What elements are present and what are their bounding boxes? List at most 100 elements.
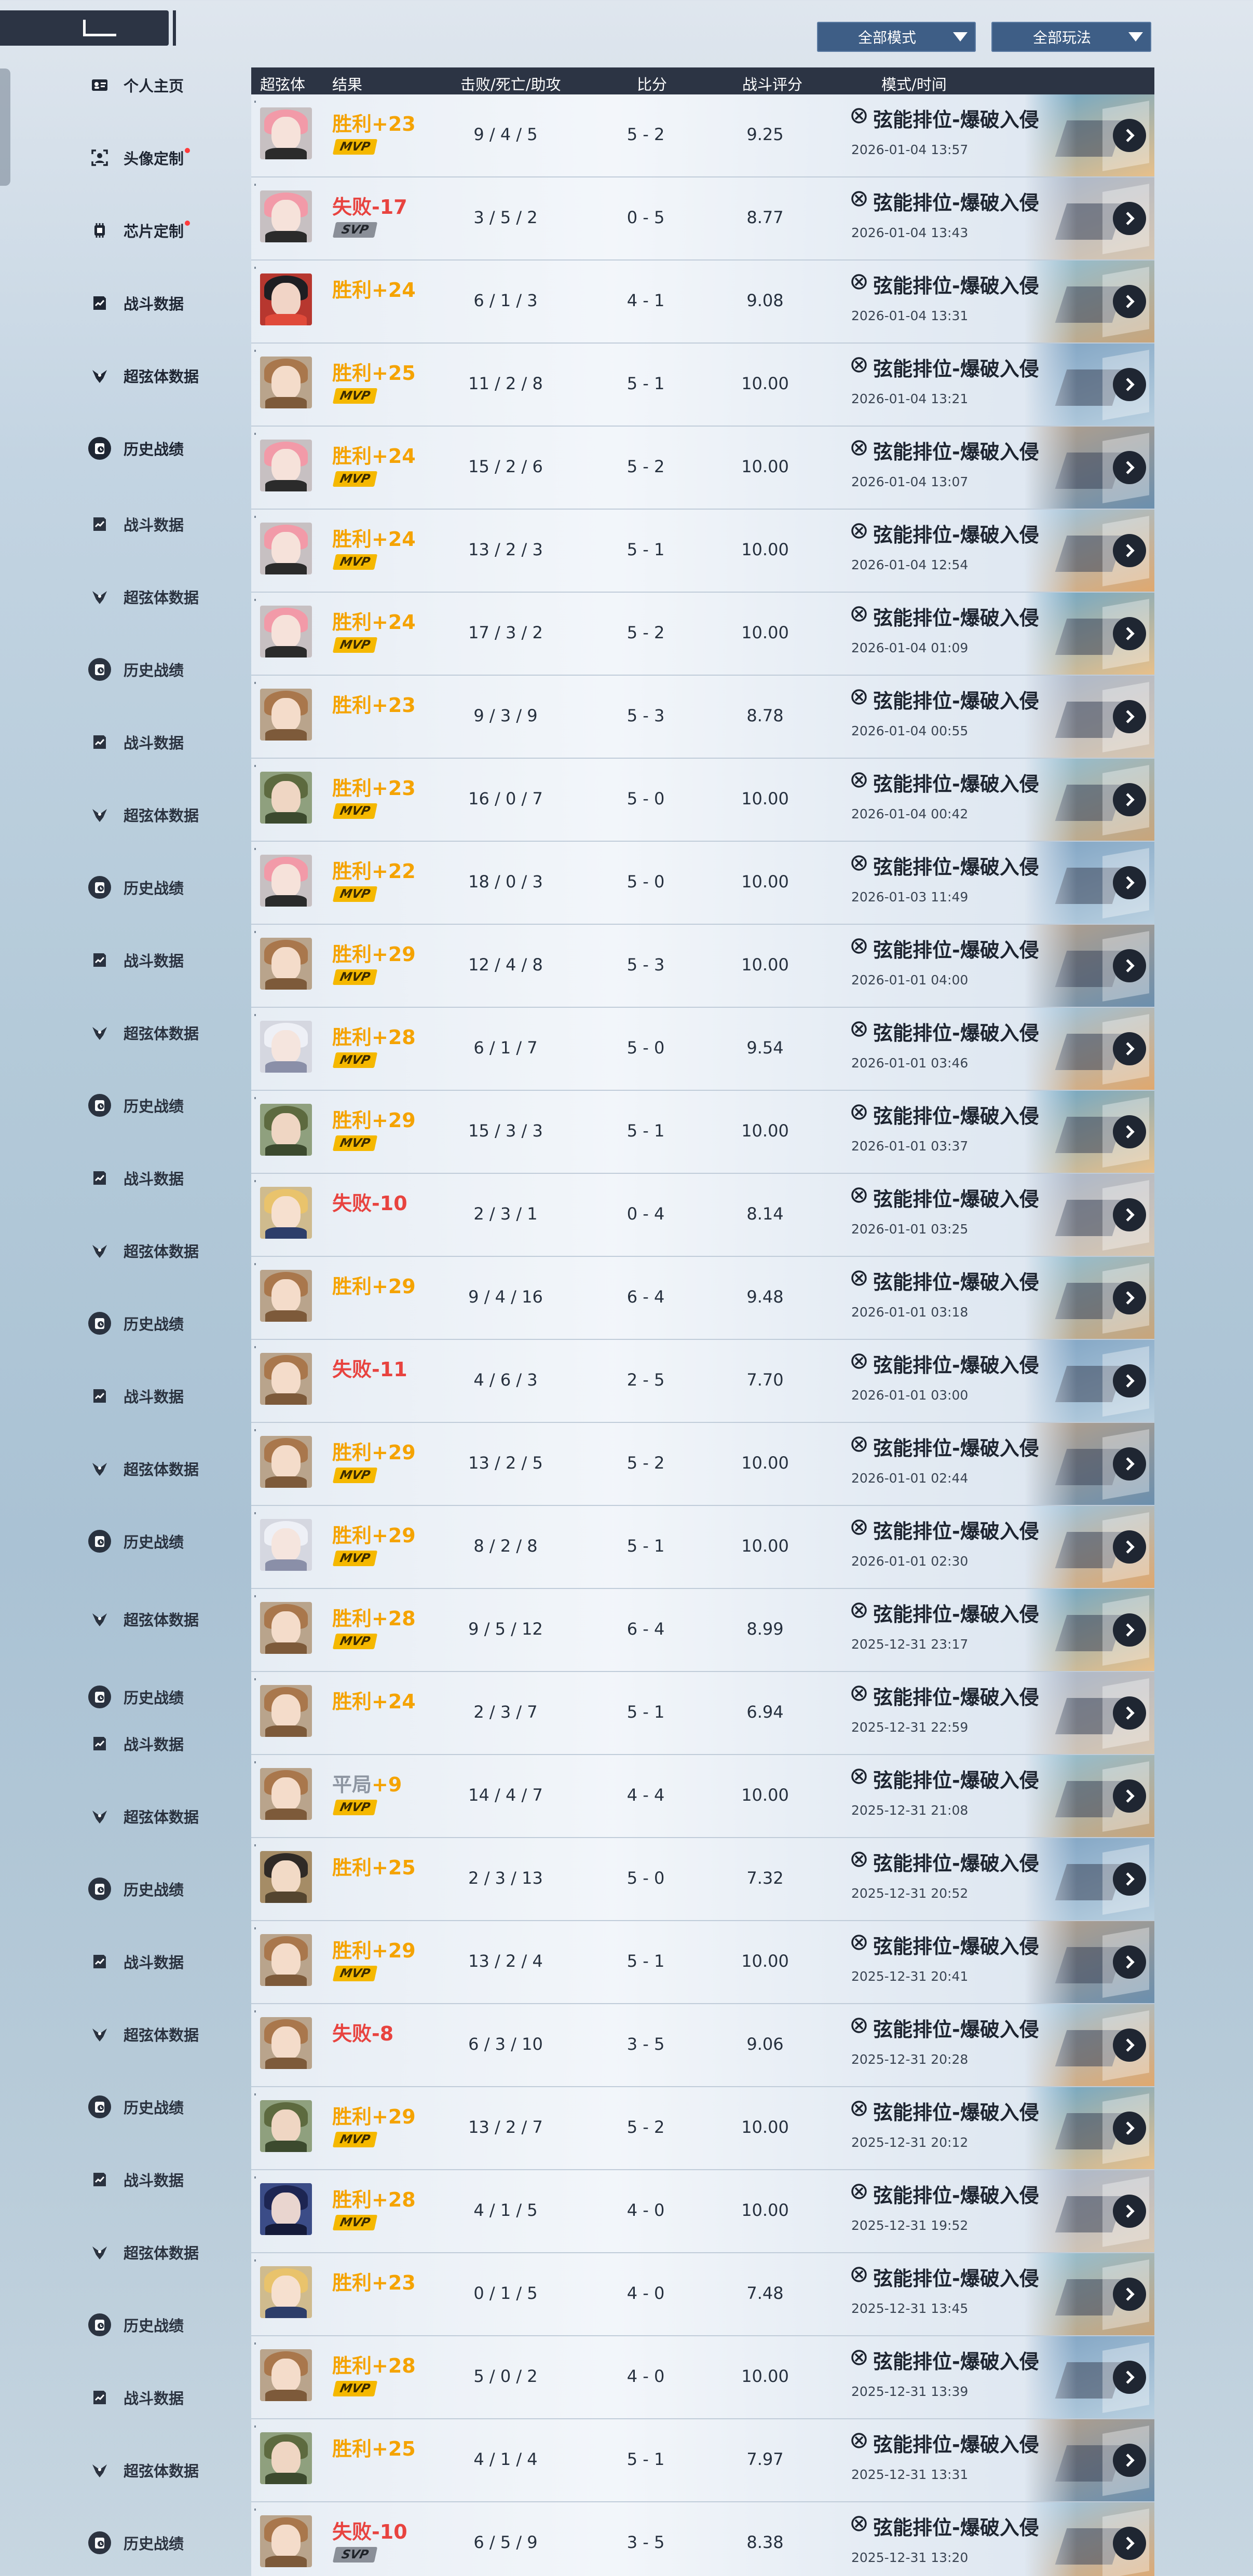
table-row[interactable]: 胜利+29 MVP 8 / 2 / 8 5 - 1 10.00 弦能排位-爆破入侵 2026… bbox=[251, 1506, 1154, 1589]
match-detail-button[interactable] bbox=[1113, 700, 1146, 733]
rating-value: 9.06 bbox=[746, 2034, 784, 2054]
match-result: 胜利+23 bbox=[332, 2267, 416, 2295]
table-row[interactable]: 失败-11 4 / 6 / 3 2 - 5 7.70 弦能排位-爆破入侵 2026-01-… bbox=[251, 1340, 1154, 1423]
table-row[interactable]: 胜利+29 MVP 13 / 2 / 4 5 - 1 10.00 弦能排位-爆破入侵 202… bbox=[251, 1921, 1154, 2004]
table-row[interactable]: 胜利+29 MVP 13 / 2 / 7 5 - 2 10.00 弦能排位-爆破入侵 202… bbox=[251, 2087, 1154, 2170]
match-time: 2025-12-31 20:12 bbox=[851, 2135, 969, 2150]
sidebar-item-1[interactable]: 个人主页 bbox=[88, 70, 254, 101]
side-drawer-handle[interactable] bbox=[0, 68, 10, 186]
mode-name: 弦能排位-爆破入侵 bbox=[873, 1520, 1039, 1543]
table-row[interactable]: 胜利+23 MVP 16 / 0 / 7 5 - 0 10.00 弦能排位-爆破入侵 202… bbox=[251, 759, 1154, 842]
match-detail-button[interactable] bbox=[1113, 2112, 1146, 2145]
table-row[interactable]: 胜利+29 MVP 15 / 3 / 3 5 - 1 10.00 弦能排位-爆破入侵 202… bbox=[251, 1091, 1154, 1174]
match-detail-button[interactable] bbox=[1113, 1779, 1146, 1813]
sidebar-item-label: 超弦体数据 bbox=[124, 368, 199, 386]
table-row[interactable]: 胜利+22 MVP 18 / 0 / 3 5 - 0 10.00 弦能排位-爆破入侵 202… bbox=[251, 842, 1154, 925]
match-detail-button[interactable] bbox=[1113, 2361, 1146, 2394]
sidebar-item-5[interactable]: 超弦体数据 bbox=[88, 360, 254, 391]
table-row[interactable]: 失败-10 2 / 3 / 1 0 - 4 8.14 弦能排位-爆破入侵 2026-01-… bbox=[251, 1174, 1154, 1257]
match-detail-button[interactable] bbox=[1113, 1281, 1146, 1314]
mvp-badge: MVP bbox=[332, 2132, 378, 2147]
match-detail-button[interactable] bbox=[1113, 2444, 1146, 2477]
match-time: 2026-01-01 03:46 bbox=[851, 1056, 969, 1071]
back-button[interactable] bbox=[0, 10, 176, 46]
match-detail-button[interactable] bbox=[1113, 1613, 1146, 1647]
table-row[interactable]: 胜利+24 2 / 3 / 7 5 - 1 6.94 弦能排位-爆破入侵 2025-12-… bbox=[251, 1672, 1154, 1755]
character-avatar bbox=[260, 772, 312, 824]
match-detail-button[interactable] bbox=[1113, 1696, 1146, 1730]
chevron-right-icon bbox=[1121, 2121, 1135, 2135]
table-row[interactable]: 胜利+28 MVP 4 / 1 / 5 4 - 0 10.00 弦能排位-爆破入侵 2025… bbox=[251, 2170, 1154, 2253]
table-row[interactable]: 胜利+23 0 / 1 / 5 4 - 0 7.48 弦能排位-爆破入侵 2025-12-… bbox=[251, 2253, 1154, 2336]
match-detail-button[interactable] bbox=[1113, 866, 1146, 899]
match-detail-button[interactable] bbox=[1113, 1530, 1146, 1564]
sidebar-ghost-item: 历史战绩 bbox=[88, 1681, 254, 1712]
match-detail-button[interactable] bbox=[1113, 1447, 1146, 1481]
sidebar-item-2[interactable]: 头像定制 bbox=[88, 142, 254, 173]
table-row[interactable]: 胜利+29 MVP 12 / 4 / 8 5 - 3 10.00 弦能排位-爆破入侵 202… bbox=[251, 925, 1154, 1008]
match-detail-button[interactable] bbox=[1113, 1198, 1146, 1231]
table-row[interactable]: 胜利+28 MVP 6 / 1 / 7 5 - 0 9.54 弦能排位-爆破入侵 2026-… bbox=[251, 1008, 1154, 1091]
rating-value: 8.78 bbox=[746, 706, 784, 725]
history-icon bbox=[88, 1094, 111, 1117]
match-detail-button[interactable] bbox=[1113, 534, 1146, 567]
match-detail-button[interactable] bbox=[1113, 202, 1146, 235]
match-detail-button[interactable] bbox=[1113, 783, 1146, 816]
match-detail-button[interactable] bbox=[1113, 1364, 1146, 1397]
ranked-mode-icon bbox=[850, 1186, 868, 1204]
rating-value: 10.00 bbox=[741, 1951, 789, 1971]
table-row[interactable]: 胜利+29 9 / 4 / 16 6 - 4 9.48 弦能排位-爆破入侵 2026-01… bbox=[251, 1257, 1154, 1340]
filter-play-dropdown[interactable]: 全部玩法 bbox=[991, 22, 1151, 52]
table-row[interactable]: 胜利+24 6 / 1 / 3 4 - 1 9.08 弦能排位-爆破入侵 2026-01-… bbox=[251, 261, 1154, 344]
table-row[interactable]: 胜利+29 MVP 13 / 2 / 5 5 - 2 10.00 弦能排位-爆破入侵 202… bbox=[251, 1423, 1154, 1506]
match-detail-button[interactable] bbox=[1113, 2195, 1146, 2228]
rating-value: 9.25 bbox=[746, 125, 784, 144]
table-row[interactable]: 失败-10 SVP 6 / 5 / 9 3 - 5 8.38 弦能排位-爆破入侵 2025-… bbox=[251, 2502, 1154, 2576]
sidebar-item-6[interactable]: 历史战绩 bbox=[88, 433, 254, 464]
character-data-icon bbox=[88, 803, 111, 826]
match-detail-button[interactable] bbox=[1113, 617, 1146, 650]
table-row[interactable]: 失败-8 6 / 3 / 10 3 - 5 9.06 弦能排位-爆破入侵 2025-12-… bbox=[251, 2004, 1154, 2087]
ranked-mode-icon bbox=[850, 688, 868, 706]
result-label: 失败 bbox=[332, 1358, 372, 1381]
table-row[interactable]: 胜利+28 MVP 9 / 5 / 12 6 - 4 8.99 弦能排位-爆破入侵 2025… bbox=[251, 1589, 1154, 1672]
mode-name: 弦能排位-爆破入侵 bbox=[873, 1935, 1039, 1958]
match-detail-button[interactable] bbox=[1113, 1032, 1146, 1065]
match-time: 2025-12-31 13:45 bbox=[851, 2301, 969, 2316]
table-row[interactable]: 胜利+24 MVP 15 / 2 / 6 5 - 2 10.00 弦能排位-爆破入侵 202… bbox=[251, 427, 1154, 510]
match-detail-button[interactable] bbox=[1113, 2029, 1146, 2062]
chevron-right-icon bbox=[1121, 2371, 1135, 2384]
score-value: 5 - 0 bbox=[626, 1868, 665, 1888]
table-row[interactable]: 胜利+28 MVP 5 / 0 / 2 4 - 0 10.00 弦能排位-爆破入侵 2025… bbox=[251, 2336, 1154, 2419]
match-detail-button[interactable] bbox=[1113, 1862, 1146, 1896]
table-row[interactable]: 胜利+23 9 / 3 / 9 5 - 3 8.78 弦能排位-爆破入侵 2026-01-… bbox=[251, 676, 1154, 759]
match-detail-button[interactable] bbox=[1113, 1945, 1146, 1979]
match-detail-button[interactable] bbox=[1113, 285, 1146, 318]
match-detail-button[interactable] bbox=[1113, 1115, 1146, 1148]
sidebar-item-4[interactable]: 战斗数据 bbox=[88, 287, 254, 319]
table-row[interactable]: 胜利+25 2 / 3 / 13 5 - 0 7.32 弦能排位-爆破入侵 2025-12… bbox=[251, 1838, 1154, 1921]
table-row[interactable]: 失败-17 SVP 3 / 5 / 2 0 - 5 8.77 弦能排位-爆破入侵 2026-… bbox=[251, 177, 1154, 261]
match-time: 2025-12-31 20:52 bbox=[851, 1886, 969, 1901]
match-detail-button[interactable] bbox=[1113, 451, 1146, 484]
match-detail-button[interactable] bbox=[1113, 2278, 1146, 2311]
mvp-badge: MVP bbox=[332, 1135, 378, 1151]
chevron-right-icon bbox=[1121, 1789, 1135, 1803]
rank-delta: +23 bbox=[372, 777, 416, 800]
filter-mode-dropdown[interactable]: 全部模式 bbox=[817, 22, 976, 52]
history-icon bbox=[88, 2531, 111, 2554]
match-detail-button[interactable] bbox=[1113, 949, 1146, 982]
table-row[interactable]: 胜利+24 MVP 17 / 3 / 2 5 - 2 10.00 弦能排位-爆破入侵 202… bbox=[251, 593, 1154, 676]
match-detail-button[interactable] bbox=[1113, 2527, 1146, 2560]
battle-data-icon bbox=[88, 731, 111, 753]
match-detail-button[interactable] bbox=[1113, 119, 1146, 152]
table-row[interactable]: 胜利+23 MVP 9 / 4 / 5 5 - 2 9.25 弦能排位-爆破入侵 2026-… bbox=[251, 94, 1154, 177]
match-detail-button[interactable] bbox=[1113, 368, 1146, 401]
table-row[interactable]: 胜利+25 MVP 11 / 2 / 8 5 - 1 10.00 弦能排位-爆破入侵 202… bbox=[251, 344, 1154, 427]
sidebar-item-3[interactable]: 芯片定制 bbox=[88, 215, 254, 246]
table-row[interactable]: 胜利+24 MVP 13 / 2 / 3 5 - 1 10.00 弦能排位-爆破入侵 202… bbox=[251, 510, 1154, 593]
table-row[interactable]: 平局+9 MVP 14 / 4 / 7 4 - 4 10.00 弦能排位-爆破入侵 2025… bbox=[251, 1755, 1154, 1838]
table-row[interactable]: 胜利+25 4 / 1 / 4 5 - 1 7.97 弦能排位-爆破入侵 2025-12-… bbox=[251, 2419, 1154, 2502]
mode-name: 弦能排位-爆破入侵 bbox=[873, 2516, 1039, 2539]
result-label: 胜利 bbox=[332, 1275, 372, 1298]
